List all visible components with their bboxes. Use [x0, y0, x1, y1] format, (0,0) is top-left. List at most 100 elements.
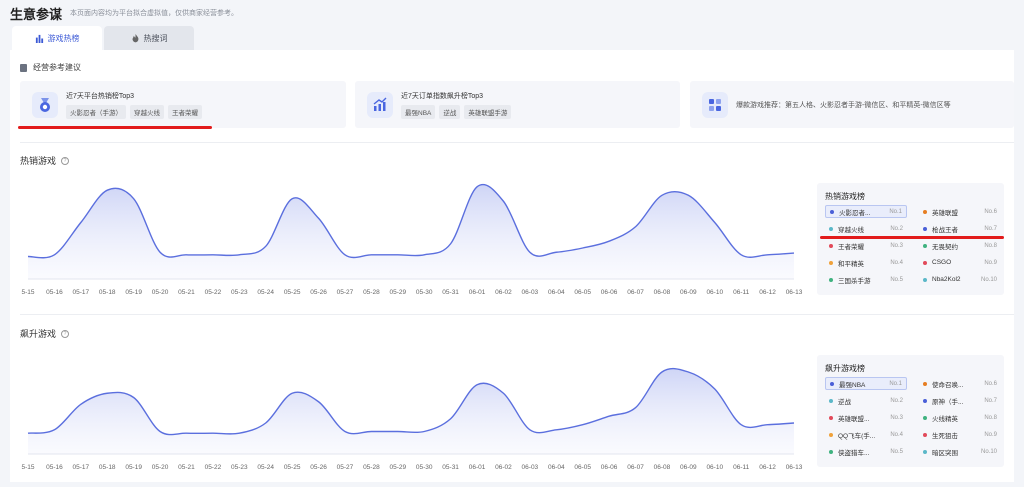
ranking-item-name: 三国杀手游: [838, 277, 871, 285]
ranking-item-rank: No.8: [984, 242, 997, 249]
ranking-item[interactable]: 逆战 No.2: [825, 394, 907, 407]
legend-dot-icon: [830, 209, 834, 214]
ranking-item-rank: No.1: [889, 380, 902, 387]
ranking-item[interactable]: Nba2Kol2 No.10: [919, 273, 1001, 286]
legend-dot-icon: [923, 209, 927, 214]
x-tick-label: 5-15: [21, 464, 34, 471]
legend-dot-icon: [830, 381, 834, 386]
tab-hot-search[interactable]: 热搜词: [104, 26, 194, 50]
advice-card-rise-top3[interactable]: 近7天订单指数飙升榜Top3 最强NBA 逆战 英雄联盟手游: [355, 81, 680, 128]
x-tick-label: 05-20: [152, 464, 169, 471]
ranking-title: 热销游戏榜: [825, 192, 865, 201]
ranking-item-rank: No.2: [890, 225, 903, 232]
ranking-item[interactable]: QQ飞车(手... No.4: [825, 428, 907, 441]
ranking-item[interactable]: 暗区突围 No.10: [919, 445, 1001, 458]
ranking-item-rank: No.8: [984, 414, 997, 421]
question-icon[interactable]: ?: [61, 329, 70, 338]
red-underline-annotation: [820, 236, 1004, 239]
tab-game-hot[interactable]: 游戏热榜: [12, 26, 102, 50]
x-tick-label: 06-01: [469, 289, 486, 296]
legend-dot-icon: [829, 449, 833, 454]
ranking-item[interactable]: 火影忍者... No.1: [825, 205, 907, 218]
legend-dot-icon: [829, 432, 833, 437]
ranking-item[interactable]: CSGO No.9: [919, 256, 1001, 269]
ranking-item[interactable]: 无畏契约 No.8: [919, 239, 1001, 252]
ranking-item-name: 使命召唤...: [932, 381, 964, 389]
tab-bar: 游戏热榜 热搜词: [12, 26, 196, 50]
rise-section-title: 飙升游戏 ?: [20, 327, 70, 340]
card-tag[interactable]: 穿越火线: [130, 104, 164, 119]
x-tick-label: 06-09: [680, 464, 697, 471]
x-tick-label: 06-11: [733, 464, 750, 471]
x-tick-label: 05-26: [310, 464, 327, 471]
ranking-item[interactable]: 使命召唤... No.6: [919, 377, 1001, 390]
card-text: 爆款游戏推荐：第五人格、火影忍者手游-微信区、和平精英-微信区等: [736, 101, 951, 109]
ranking-item[interactable]: 英雄联盟 No.6: [919, 205, 1001, 218]
ranking-item-name: QQ飞车(手...: [838, 432, 876, 440]
ranking-item[interactable]: 枪战王者 No.7: [919, 222, 1001, 235]
advice-card-hot-top3[interactable]: 近7天平台热销榜Top3 火影忍者（手游） 穿越火线 王者荣耀: [20, 81, 346, 128]
x-tick-label: 06-03: [522, 464, 539, 471]
x-tick-label: 5-15: [21, 289, 34, 296]
tab-label: 热搜词: [143, 33, 168, 43]
ranking-item-rank: No.4: [890, 431, 903, 438]
ranking-item[interactable]: 穿越火线 No.2: [825, 222, 907, 235]
x-tick-label: 05-21: [178, 289, 195, 296]
x-tick-label: 05-18: [99, 464, 116, 471]
ranking-item-name: Nba2Kol2: [932, 276, 961, 283]
ranking-item-rank: No.2: [890, 397, 903, 404]
ranking-item-name: 穿越火线: [838, 226, 864, 234]
ranking-item[interactable]: 侠盗猎车... No.5: [825, 445, 907, 458]
advice-card-recommend[interactable]: 爆款游戏推荐：第五人格、火影忍者手游-微信区、和平精英-微信区等: [690, 81, 1014, 128]
question-icon[interactable]: ?: [61, 156, 70, 165]
card-tag[interactable]: 英雄联盟手游: [464, 104, 512, 119]
hot-ranking-panel: 热销游戏榜 火影忍者... No.1 穿越火线 No.2 王者荣耀 No.3 和平精英 No.…: [817, 183, 1004, 295]
card-title: 近7天订单指数飙升榜Top3: [401, 92, 484, 100]
bar-chart-icon: [35, 34, 43, 43]
ranking-item-rank: No.9: [984, 259, 997, 266]
card-tag[interactable]: 最强NBA: [401, 104, 436, 119]
series-area: [28, 368, 794, 454]
ranking-item-name: 生死狙击: [932, 432, 958, 440]
x-tick-label: 05-16: [46, 464, 63, 471]
ranking-item[interactable]: 王者荣耀 No.3: [825, 239, 907, 252]
x-tick-label: 06-11: [733, 289, 750, 296]
advice-section-title: 经营参考建议: [20, 62, 81, 73]
ranking-item-rank: No.1: [889, 208, 902, 215]
x-tick-label: 06-12: [759, 464, 776, 471]
ranking-item-name: 英雄联盟...: [838, 415, 870, 423]
x-tick-label: 06-02: [495, 289, 512, 296]
card-tag[interactable]: 火影忍者（手游）: [66, 104, 126, 119]
divider: [20, 314, 1014, 315]
legend-dot-icon: [923, 277, 927, 282]
x-tick-label: 06-10: [706, 289, 723, 296]
ranking-item-rank: No.5: [890, 448, 903, 455]
series-area: [28, 184, 794, 279]
x-tick-label: 05-16: [46, 289, 63, 296]
ranking-item-name: 逆战: [838, 398, 851, 406]
page-title: 生意参谋: [10, 6, 63, 22]
x-tick-label: 05-30: [416, 464, 433, 471]
ranking-item[interactable]: 三国杀手游 No.5: [825, 273, 907, 286]
legend-dot-icon: [923, 381, 927, 386]
ranking-item[interactable]: 和平精英 No.4: [825, 256, 907, 269]
ranking-item-name: 英雄联盟: [932, 209, 958, 217]
ranking-item[interactable]: 原神（手... No.7: [919, 394, 1001, 407]
ranking-item-rank: No.7: [984, 397, 997, 404]
ranking-item[interactable]: 英雄联盟... No.3: [825, 411, 907, 424]
x-tick-label: 05-28: [363, 464, 380, 471]
card-tag[interactable]: 王者荣耀: [168, 104, 202, 119]
x-tick-label: 06-01: [469, 464, 486, 471]
ranking-item[interactable]: 生死狙击 No.9: [919, 428, 1001, 441]
x-tick-label: 05-26: [310, 289, 327, 296]
x-tick-label: 06-06: [601, 289, 618, 296]
rise-ranking-panel: 飙升游戏榜 最强NBA No.1 逆战 No.2 英雄联盟... No.3 QQ飞车(手..…: [817, 355, 1004, 467]
ranking-item-name: 和平精英: [838, 260, 864, 268]
apps-icon: [702, 91, 728, 118]
card-tag[interactable]: 逆战: [439, 104, 461, 119]
ranking-item-name: 火线精英: [932, 415, 958, 423]
ranking-item-name: 火影忍者...: [839, 209, 871, 217]
ranking-item[interactable]: 火线精英 No.8: [919, 411, 1001, 424]
ranking-item-name: 王者荣耀: [838, 243, 864, 251]
ranking-item[interactable]: 最强NBA No.1: [825, 377, 907, 390]
